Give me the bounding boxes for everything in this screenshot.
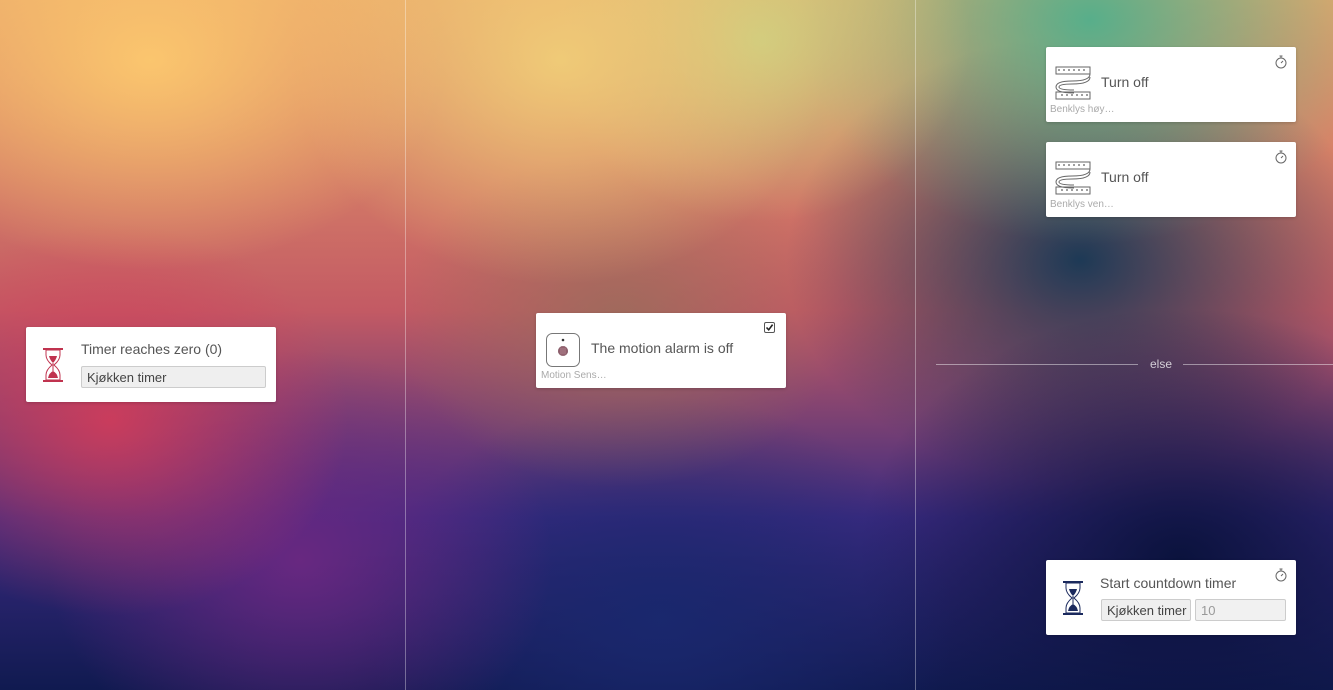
hourglass-icon bbox=[1060, 580, 1086, 616]
column-divider-and-then bbox=[915, 0, 916, 690]
timer-select-field[interactable]: Kjøkken timer bbox=[1101, 599, 1191, 621]
timer-select-field[interactable]: Kjøkken timer bbox=[81, 366, 266, 388]
stopwatch-icon[interactable] bbox=[1274, 55, 1288, 69]
trigger-card-title: Timer reaches zero (0) bbox=[81, 341, 223, 357]
else-label: else bbox=[1150, 357, 1173, 371]
action-card-turn-off-1[interactable]: Turn off Benklys høy… bbox=[1046, 47, 1296, 122]
else-action-card-title: Start countdown timer bbox=[1100, 575, 1237, 591]
led-strip-icon bbox=[1054, 65, 1092, 101]
action-device-label: Benklys høy… bbox=[1050, 104, 1115, 115]
action-card-title: Turn off bbox=[1101, 74, 1149, 90]
column-divider-when-and bbox=[405, 0, 406, 690]
else-divider-line-left bbox=[936, 364, 1138, 365]
condition-card-title: The motion alarm is off bbox=[591, 340, 734, 356]
seconds-input-field[interactable]: 10 bbox=[1195, 599, 1286, 621]
action-card-title: Turn off bbox=[1101, 169, 1149, 185]
stopwatch-icon[interactable] bbox=[1274, 568, 1288, 582]
stopwatch-icon[interactable] bbox=[1274, 150, 1288, 164]
action-card-turn-off-2[interactable]: Turn off Benklys ven… bbox=[1046, 142, 1296, 217]
motion-sensor-icon bbox=[546, 333, 580, 367]
condition-card-motion-alarm-off[interactable]: The motion alarm is off Motion Sens… bbox=[536, 313, 786, 388]
condition-device-label: Motion Sens… bbox=[541, 370, 607, 381]
led-strip-icon bbox=[1054, 160, 1092, 196]
flow-editor-canvas: Timer reaches zero (0) Kjøkken timer The… bbox=[0, 0, 1333, 690]
else-action-card-start-countdown[interactable]: Start countdown timer Kjøkken timer 10 bbox=[1046, 560, 1296, 635]
action-device-label: Benklys ven… bbox=[1050, 199, 1114, 210]
hourglass-icon bbox=[40, 347, 66, 383]
else-divider-line-right bbox=[1183, 364, 1333, 365]
trigger-card-timer-reaches-zero[interactable]: Timer reaches zero (0) Kjøkken timer bbox=[26, 327, 276, 402]
condition-enabled-checkbox[interactable] bbox=[764, 322, 775, 333]
